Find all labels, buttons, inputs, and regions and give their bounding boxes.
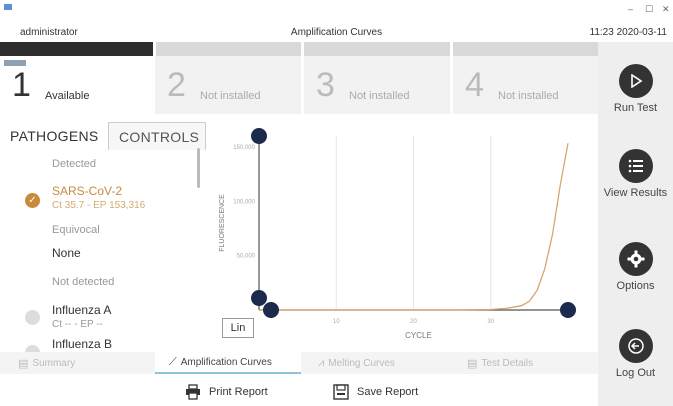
logout-icon [618,329,653,363]
tab-pathogens[interactable]: PATHOGENS [10,128,99,144]
module-slot-1[interactable]: 1 Available [0,56,153,114]
module-slot-4[interactable]: 4 Not installed [453,56,598,114]
tab-melting-label: Melting Curves [328,357,395,369]
y-axis-label: FLUORESCENCE [219,194,226,252]
divider [450,42,453,56]
module-status: Available [45,90,90,102]
view-tabs: ▤ Summary ⟋ Amplification Curves ⩘ Melti… [0,352,598,374]
axis-handle[interactable] [560,302,576,318]
summary-icon: ▤ [18,357,29,370]
amplification-chart: 10 20 30 150,000 100,000 50,000 CYCLE FLUORESCE… [219,128,576,340]
save-report-button[interactable]: Save Report [333,380,418,404]
print-report-label: Print Report [209,386,268,398]
log-out-button[interactable]: Log Out [598,329,673,380]
equivocal-value: None [52,246,81,260]
sidebar: Run Test View Results Options Log Out [598,42,673,406]
tab-details-label: Test Details [481,357,534,369]
detected-heading: Detected [52,158,97,170]
y-tick-label: 100,000 [233,199,255,205]
curve-icon: ⟋ [169,355,177,368]
divider [153,42,156,56]
status-dot-icon [25,310,40,325]
module-number: 2 [167,66,186,104]
window-title: Amplification Curves [290,27,383,38]
minimize-icon[interactable]: – [628,4,633,14]
module-status: Not installed [349,90,410,102]
x-tick-label: 30 [487,319,494,325]
close-icon[interactable]: ✕ [662,4,670,15]
module-status: Not installed [498,90,559,102]
pathogen-values: Ct -- - EP -- [52,319,103,330]
x-axis-label: CYCLE [405,331,432,340]
app-icon [4,4,12,10]
module-number: 3 [316,66,335,104]
save-icon [333,384,349,400]
y-tick-label: 50,000 [237,254,256,260]
pathogen-name[interactable]: Influenza A [52,303,111,317]
tab-summary[interactable]: ▤ Summary [8,352,154,374]
tab-amplification-label: Amplification Curves [180,356,272,368]
tab-amplification-curves[interactable]: ⟋ Amplification Curves [155,352,301,374]
scale-toggle-button[interactable]: Lin [222,318,254,338]
print-report-button[interactable]: Print Report [185,380,268,404]
tab-summary-label: Summary [32,357,76,369]
gear-icon [618,242,653,276]
scrollbar[interactable] [197,148,200,188]
x-tick-label: 20 [410,319,417,325]
melting-icon: ⩘ [318,356,325,369]
results-panel: PATHOGENS CONTROLS Detected ✓ SARS-CoV-2… [0,118,206,360]
log-out-label: Log Out [615,367,656,379]
options-label: Options [616,280,655,292]
clock: 11:23 2020-03-11 [589,27,667,38]
check-icon: ✓ [25,193,40,208]
play-icon [618,64,653,98]
details-icon: ▤ [467,357,478,370]
divider [301,42,304,56]
axis-handle[interactable] [263,302,279,318]
save-report-label: Save Report [357,386,419,398]
axis-handle[interactable] [251,128,267,144]
tab-melting-curves[interactable]: ⩘ Melting Curves [304,352,450,374]
view-results-button[interactable]: View Results [598,149,673,200]
module-status-strip [0,42,598,56]
x-tick-label: 10 [333,319,340,325]
detected-pathogen-values: Ct 35.7 - EP 153,316 [52,200,146,211]
detected-pathogen-name[interactable]: SARS-CoV-2 [52,184,122,198]
module-active-indicator [0,42,153,56]
tab-controls[interactable]: CONTROLS [108,122,206,150]
title-bar: – ☐ ✕ administrator Amplification Curves… [0,0,673,42]
y-tick-label: 150,000 [233,145,255,151]
module-slot-3[interactable]: 3 Not installed [304,56,450,114]
not-detected-heading: Not detected [52,276,115,288]
module-number: 4 [465,66,484,104]
tab-test-details[interactable]: ▤ Test Details [453,352,598,374]
run-test-button[interactable]: Run Test [598,64,673,115]
view-results-label: View Results [603,187,668,199]
module-slot-2[interactable]: 2 Not installed [155,56,301,114]
axis-handle[interactable] [251,290,267,306]
list-icon [618,149,653,183]
printer-icon [186,384,200,400]
equivocal-heading: Equivocal [52,224,100,236]
run-test-label: Run Test [613,102,658,114]
amplification-chart-area: 10 20 30 150,000 100,000 50,000 CYCLE FLUORESCE… [206,118,598,352]
module-status: Not installed [200,90,261,102]
pathogen-name[interactable]: Influenza B [52,337,112,351]
module-number: 1 [12,66,31,104]
action-bar: Print Report Save Report [0,374,598,406]
maximize-icon[interactable]: ☐ [645,4,653,15]
options-button[interactable]: Options [598,242,673,293]
